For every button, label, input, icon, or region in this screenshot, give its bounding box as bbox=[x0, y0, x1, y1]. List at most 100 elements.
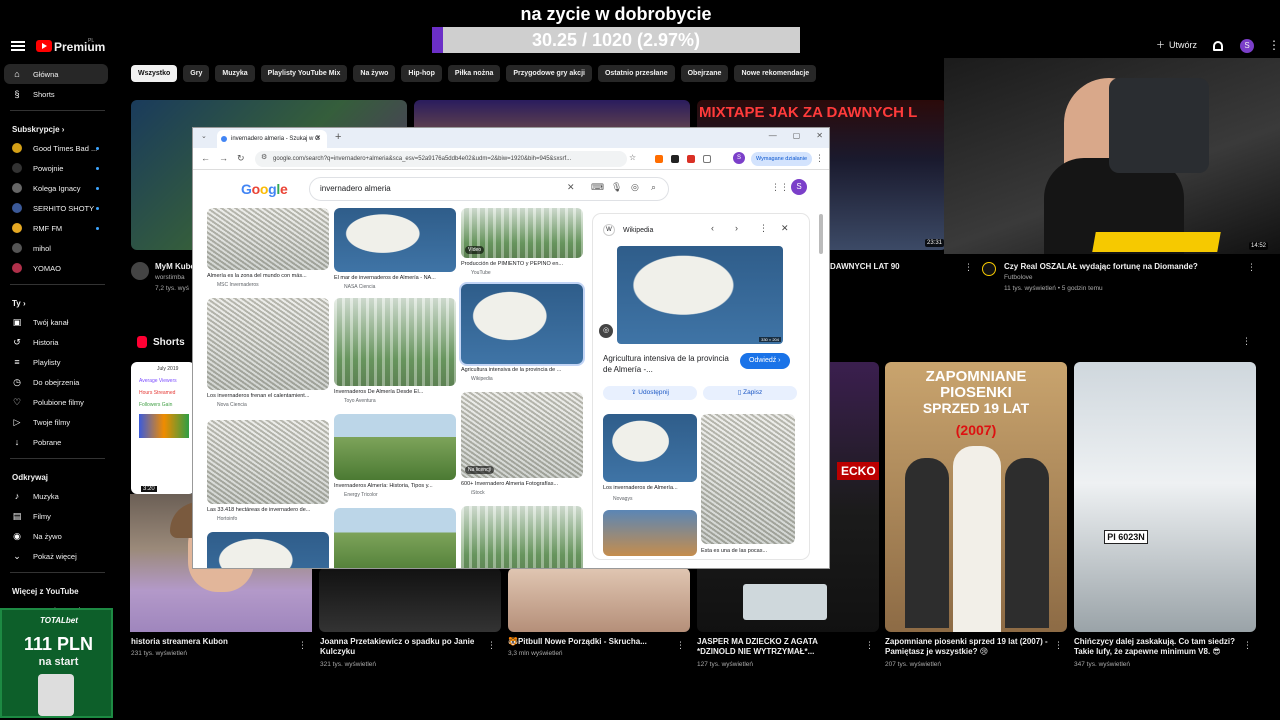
short-title[interactable]: Zapomniane piosenki sprzed 19 lat (2007)… bbox=[885, 637, 1050, 657]
sidebar-item[interactable]: Kolega Ignacy bbox=[0, 178, 115, 198]
extensions-puzzle-icon[interactable] bbox=[703, 155, 711, 163]
short-options-icon[interactable]: ⋮ bbox=[1243, 640, 1252, 651]
filter-chip[interactable]: Na żywo bbox=[353, 65, 396, 82]
extension-icon[interactable] bbox=[671, 155, 679, 163]
chrome-menu-icon[interactable]: ⋮ bbox=[815, 153, 824, 164]
image-caption[interactable]: Las 33.418 hectáreas de invernadero de..… bbox=[207, 507, 329, 513]
minimize-icon[interactable]: — bbox=[769, 131, 777, 140]
apps-grid-icon[interactable]: ⋮⋮ bbox=[771, 182, 789, 193]
panel-title[interactable]: Agricultura intensiva de la provincia de… bbox=[603, 353, 733, 375]
video-options-icon[interactable]: ⋮ bbox=[1247, 262, 1256, 273]
sidebar-section-header[interactable]: Więcej z YouTube bbox=[0, 579, 115, 600]
short-options-icon[interactable]: ⋮ bbox=[298, 640, 307, 651]
image-caption[interactable]: Invernaderos De Almería Desde El... bbox=[334, 389, 456, 395]
filter-chip[interactable]: Obejrzane bbox=[680, 65, 729, 82]
sidebar-item[interactable]: ▷ Twoje filmy bbox=[0, 412, 115, 432]
lens-search-icon[interactable]: ◎ bbox=[599, 324, 613, 338]
image-caption[interactable]: Agricultura intensiva de la provincia de… bbox=[461, 367, 583, 373]
sidebar-item[interactable]: ≡ Playlisty bbox=[0, 352, 115, 372]
channel-avatar[interactable] bbox=[131, 262, 149, 280]
image-result[interactable]: Na licencji bbox=[461, 392, 583, 478]
keyboard-icon[interactable]: ⌨ bbox=[591, 182, 604, 193]
sidebar-item[interactable]: ◷ Do obejrzenia bbox=[0, 372, 115, 392]
close-panel-icon[interactable]: ✕ bbox=[781, 223, 789, 234]
short-options-icon[interactable]: ⋮ bbox=[487, 640, 496, 651]
account-avatar[interactable]: S bbox=[1240, 39, 1254, 53]
filter-chip[interactable]: Gry bbox=[183, 65, 210, 82]
short-thumbnail[interactable] bbox=[508, 568, 690, 632]
related-image[interactable] bbox=[603, 414, 697, 482]
save-button[interactable]: ▯ Zapisz bbox=[703, 386, 797, 400]
short-thumbnail[interactable]: July 2019 Average Viewers Hours Streamed… bbox=[131, 362, 195, 494]
image-result[interactable] bbox=[334, 508, 456, 568]
filter-chip[interactable]: Piłka nożna bbox=[447, 65, 501, 82]
sidebar-item[interactable]: Good Times Bad ... bbox=[0, 138, 115, 158]
video-options-icon[interactable]: ⋮ bbox=[964, 262, 973, 273]
panel-more-icon[interactable]: ⋮ bbox=[759, 223, 768, 234]
filter-chip[interactable]: Ostatnio przesłane bbox=[597, 65, 675, 82]
sidebar-item[interactable]: SERHITO SHOTY bbox=[0, 198, 115, 218]
google-logo[interactable]: Google bbox=[241, 181, 288, 197]
profile-avatar[interactable]: S bbox=[733, 152, 745, 164]
channel-avatar[interactable] bbox=[982, 262, 996, 276]
shorts-options-icon[interactable]: ⋮ bbox=[1242, 336, 1251, 347]
menu-icon[interactable] bbox=[11, 41, 25, 51]
sidebar-item[interactable]: ♪ Muzyka bbox=[0, 486, 115, 506]
sidebar-item[interactable]: ♡ Polubione filmy bbox=[0, 392, 115, 412]
totalbet-ad[interactable]: TOTALbet 111 PLN na start bbox=[0, 608, 113, 718]
short-title[interactable]: Joanna Przetakiewicz o spadku po Janie K… bbox=[320, 637, 480, 657]
image-caption[interactable]: Almería es la zona del mundo con más... bbox=[207, 273, 329, 279]
image-result[interactable] bbox=[334, 208, 456, 272]
browser-tab[interactable]: invernadero almeria - Szukaj w G ✕ bbox=[217, 130, 327, 148]
new-tab-button[interactable]: + bbox=[335, 131, 341, 143]
sidebar-item[interactable]: ⌄ Pokaż więcej bbox=[0, 546, 115, 566]
sidebar-item[interactable]: ↓ Pobrane bbox=[0, 432, 115, 452]
short-title[interactable]: Chińczycy dalej zaskakują. Co tam siedzi… bbox=[1074, 637, 1239, 657]
filter-chip[interactable]: Hip-hop bbox=[401, 65, 442, 82]
short-title[interactable]: historia streamera Kubon bbox=[131, 637, 291, 647]
tab-search-icon[interactable]: ⌄ bbox=[201, 132, 207, 140]
sidebar-item[interactable]: ⌂ Główna bbox=[4, 64, 108, 84]
short-title[interactable]: JASPER MA DZIECKO Z AGATA *DZINOLD NIE W… bbox=[697, 637, 857, 657]
related-caption[interactable]: Esta es una de las pocas... bbox=[701, 548, 795, 554]
image-caption[interactable]: Los invernaderos frenan el calentamient.… bbox=[207, 393, 329, 399]
video-channel[interactable]: Futbolove bbox=[1004, 274, 1033, 281]
action-required-pill[interactable]: Wymagane działanie bbox=[751, 152, 813, 166]
sidebar-section-header[interactable]: Odkrywaj bbox=[0, 465, 115, 486]
panel-source-name[interactable]: Wikipedia bbox=[623, 227, 653, 234]
scrollbar-thumb[interactable] bbox=[819, 214, 823, 254]
sidebar-item[interactable]: RMF FM bbox=[0, 218, 115, 238]
notifications-bell-icon[interactable] bbox=[1213, 41, 1223, 51]
image-caption[interactable]: El mar de invernaderos de Almería - NA..… bbox=[334, 275, 456, 281]
image-result[interactable]: Vídeo bbox=[461, 208, 583, 258]
more-options-icon[interactable]: ⋮ bbox=[1268, 38, 1280, 52]
short-thumbnail[interactable] bbox=[319, 568, 501, 632]
next-image-icon[interactable]: › bbox=[735, 223, 738, 233]
extension-icon[interactable] bbox=[687, 155, 695, 163]
microphone-icon[interactable]: 🎙 bbox=[611, 182, 622, 193]
address-bar[interactable]: google.com/search?q=invernadero+almeria&… bbox=[255, 151, 627, 167]
short-thumbnail[interactable]: PI 6023N bbox=[1074, 362, 1256, 632]
related-image[interactable] bbox=[701, 414, 795, 544]
site-info-icon[interactable]: ⚙ bbox=[261, 153, 267, 161]
sidebar-section-header[interactable]: Ty › bbox=[0, 291, 115, 312]
preview-image[interactable]: 330 × 204 bbox=[617, 246, 783, 344]
sidebar-item[interactable]: § Shorts bbox=[0, 84, 115, 104]
related-image[interactable] bbox=[603, 510, 697, 556]
youtube-logo-icon[interactable] bbox=[36, 40, 52, 52]
sidebar-item[interactable]: mihol bbox=[0, 238, 115, 258]
short-options-icon[interactable]: ⋮ bbox=[1054, 640, 1063, 651]
sidebar-item[interactable]: ▣ Twój kanał bbox=[0, 312, 115, 332]
sidebar-item[interactable]: YOMAO bbox=[0, 258, 115, 278]
clear-search-icon[interactable]: ✕ bbox=[567, 182, 575, 193]
extension-icon[interactable] bbox=[655, 155, 663, 163]
short-options-icon[interactable]: ⋮ bbox=[676, 640, 685, 651]
video-channel[interactable]: worstimba bbox=[155, 274, 185, 281]
image-caption[interactable]: 600+ Invernadero Almeria Fotografías... bbox=[461, 481, 583, 487]
sidebar-item[interactable]: Powojnie bbox=[0, 158, 115, 178]
google-account-avatar[interactable]: S bbox=[791, 179, 807, 195]
image-result[interactable] bbox=[207, 420, 329, 504]
image-result[interactable] bbox=[207, 532, 329, 568]
share-button[interactable]: ⇪ Udostępnij bbox=[603, 386, 697, 400]
image-result[interactable] bbox=[461, 284, 583, 364]
